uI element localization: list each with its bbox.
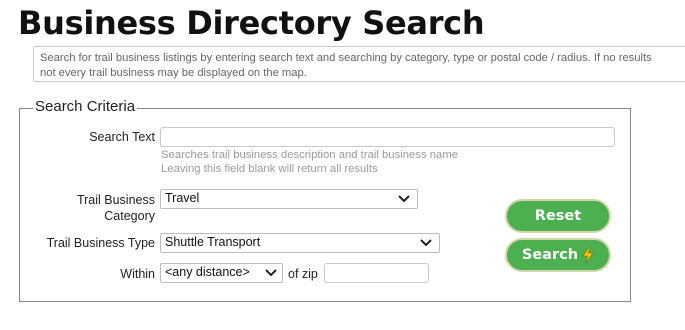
type-select[interactable]: Shuttle Transport <box>160 233 440 253</box>
zip-input[interactable] <box>324 263 429 283</box>
search-text-hint-2: Leaving this field blank will return all… <box>161 163 378 175</box>
within-label: Within <box>120 267 155 281</box>
chevron-down-icon <box>398 195 410 203</box>
info-box: Search for trail business listings by en… <box>33 46 685 82</box>
search-button[interactable]: Search <box>505 238 611 272</box>
reset-button-label: Reset <box>534 208 582 224</box>
category-label-line-1: Trail Business <box>76 193 155 207</box>
info-line-1: Search for trail business listings by en… <box>40 52 652 64</box>
search-button-label: Search <box>521 247 579 263</box>
category-label-line-2: Category <box>104 209 155 223</box>
search-criteria-legend: Search Criteria <box>33 98 138 115</box>
chevron-down-icon <box>265 269 277 277</box>
search-text-input[interactable] <box>160 127 615 147</box>
page-title: Business Directory Search <box>18 4 485 42</box>
category-select[interactable]: Travel <box>160 189 418 209</box>
type-selected-value: Shuttle Transport <box>165 235 261 249</box>
distance-select[interactable]: <any distance> <box>160 263 283 283</box>
search-text-hint-1: Searches trail business description and … <box>161 149 459 161</box>
info-line-2: not every trail business may be displaye… <box>40 67 307 79</box>
search-text-label: Search Text <box>89 130 155 144</box>
category-label: Trail Business Category <box>40 192 155 224</box>
reset-button[interactable]: Reset <box>505 199 611 233</box>
chevron-down-icon <box>420 239 432 247</box>
type-label: Trail Business Type <box>46 236 155 250</box>
of-zip-label: of zip <box>288 267 318 281</box>
lightning-bolt-icon <box>582 247 594 263</box>
category-selected-value: Travel <box>165 191 200 205</box>
distance-selected-value: <any distance> <box>165 265 250 279</box>
